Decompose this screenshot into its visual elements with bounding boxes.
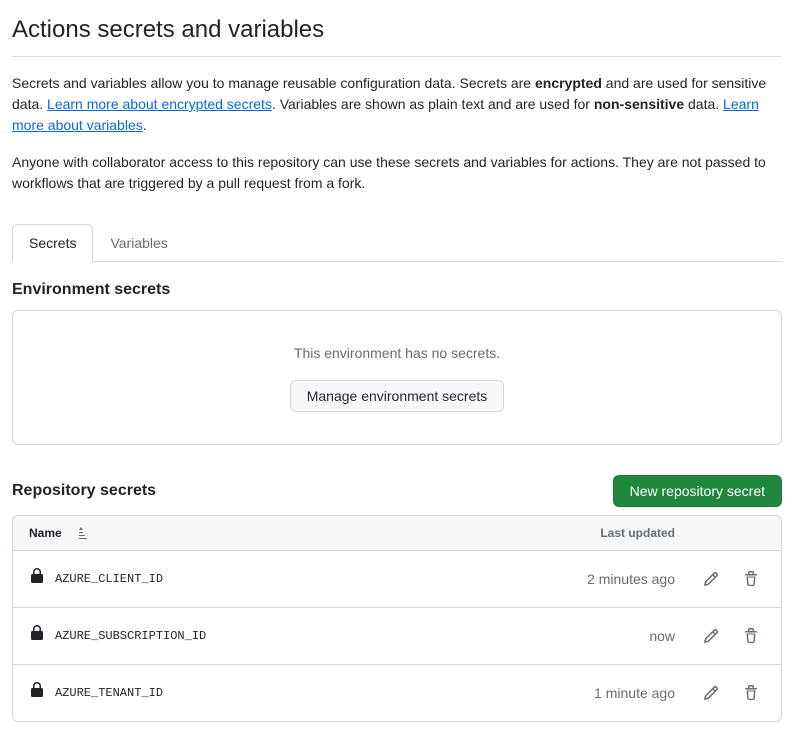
secret-name: AZURE_CLIENT_ID bbox=[55, 570, 163, 588]
intro-text: . bbox=[143, 117, 147, 133]
pencil-icon bbox=[703, 628, 719, 644]
col-header-name[interactable]: Name bbox=[29, 524, 535, 542]
intro-paragraph-2: Anyone with collaborator access to this … bbox=[12, 152, 782, 194]
edit-secret-button[interactable] bbox=[697, 565, 725, 593]
new-repo-secret-button[interactable]: New repository secret bbox=[613, 475, 782, 507]
intro-text: Secrets and variables allow you to manag… bbox=[12, 75, 535, 91]
lock-icon bbox=[29, 682, 45, 704]
env-secrets-title: Environment secrets bbox=[12, 278, 782, 302]
secret-updated: 2 minutes ago bbox=[535, 569, 675, 590]
secret-name: AZURE_SUBSCRIPTION_ID bbox=[55, 627, 206, 645]
tab-variables[interactable]: Variables bbox=[93, 224, 184, 262]
intro-text: data. bbox=[684, 96, 723, 112]
secret-updated: 1 minute ago bbox=[535, 683, 675, 704]
table-row: AZURE_SUBSCRIPTION_ID now bbox=[13, 607, 781, 664]
secret-name: AZURE_TENANT_ID bbox=[55, 684, 163, 702]
table-row: AZURE_TENANT_ID 1 minute ago bbox=[13, 664, 781, 721]
edit-secret-button[interactable] bbox=[697, 679, 725, 707]
pencil-icon bbox=[703, 571, 719, 587]
trash-icon bbox=[743, 685, 759, 701]
repo-secrets-table: Name Last updated AZURE_CLIENT_ID 2 minu… bbox=[12, 515, 782, 722]
trash-icon bbox=[743, 571, 759, 587]
page-title: Actions secrets and variables bbox=[12, 12, 782, 57]
repo-secrets-title: Repository secrets bbox=[12, 479, 156, 503]
intro-bold-encrypted: encrypted bbox=[535, 75, 602, 91]
edit-secret-button[interactable] bbox=[697, 622, 725, 650]
lock-icon bbox=[29, 568, 45, 590]
col-header-name-label: Name bbox=[29, 524, 62, 542]
learn-secrets-link[interactable]: Learn more about encrypted secrets bbox=[47, 96, 272, 112]
lock-icon bbox=[29, 625, 45, 647]
env-secrets-empty-msg: This environment has no secrets. bbox=[45, 343, 749, 364]
intro-bold-nonsensitive: non-sensitive bbox=[594, 96, 684, 112]
table-header: Name Last updated bbox=[13, 516, 781, 551]
delete-secret-button[interactable] bbox=[737, 622, 765, 650]
pencil-icon bbox=[703, 685, 719, 701]
intro-text: . Variables are shown as plain text and … bbox=[272, 96, 594, 112]
tabs: Secrets Variables bbox=[12, 224, 782, 262]
intro-paragraph-1: Secrets and variables allow you to manag… bbox=[12, 73, 782, 136]
secret-updated: now bbox=[535, 626, 675, 647]
table-row: AZURE_CLIENT_ID 2 minutes ago bbox=[13, 551, 781, 607]
tab-secrets[interactable]: Secrets bbox=[12, 224, 93, 262]
delete-secret-button[interactable] bbox=[737, 565, 765, 593]
delete-secret-button[interactable] bbox=[737, 679, 765, 707]
trash-icon bbox=[743, 628, 759, 644]
col-header-updated: Last updated bbox=[535, 524, 675, 542]
sort-icon bbox=[76, 525, 92, 541]
manage-env-secrets-button[interactable]: Manage environment secrets bbox=[290, 380, 505, 412]
env-secrets-empty: This environment has no secrets. Manage … bbox=[12, 310, 782, 445]
